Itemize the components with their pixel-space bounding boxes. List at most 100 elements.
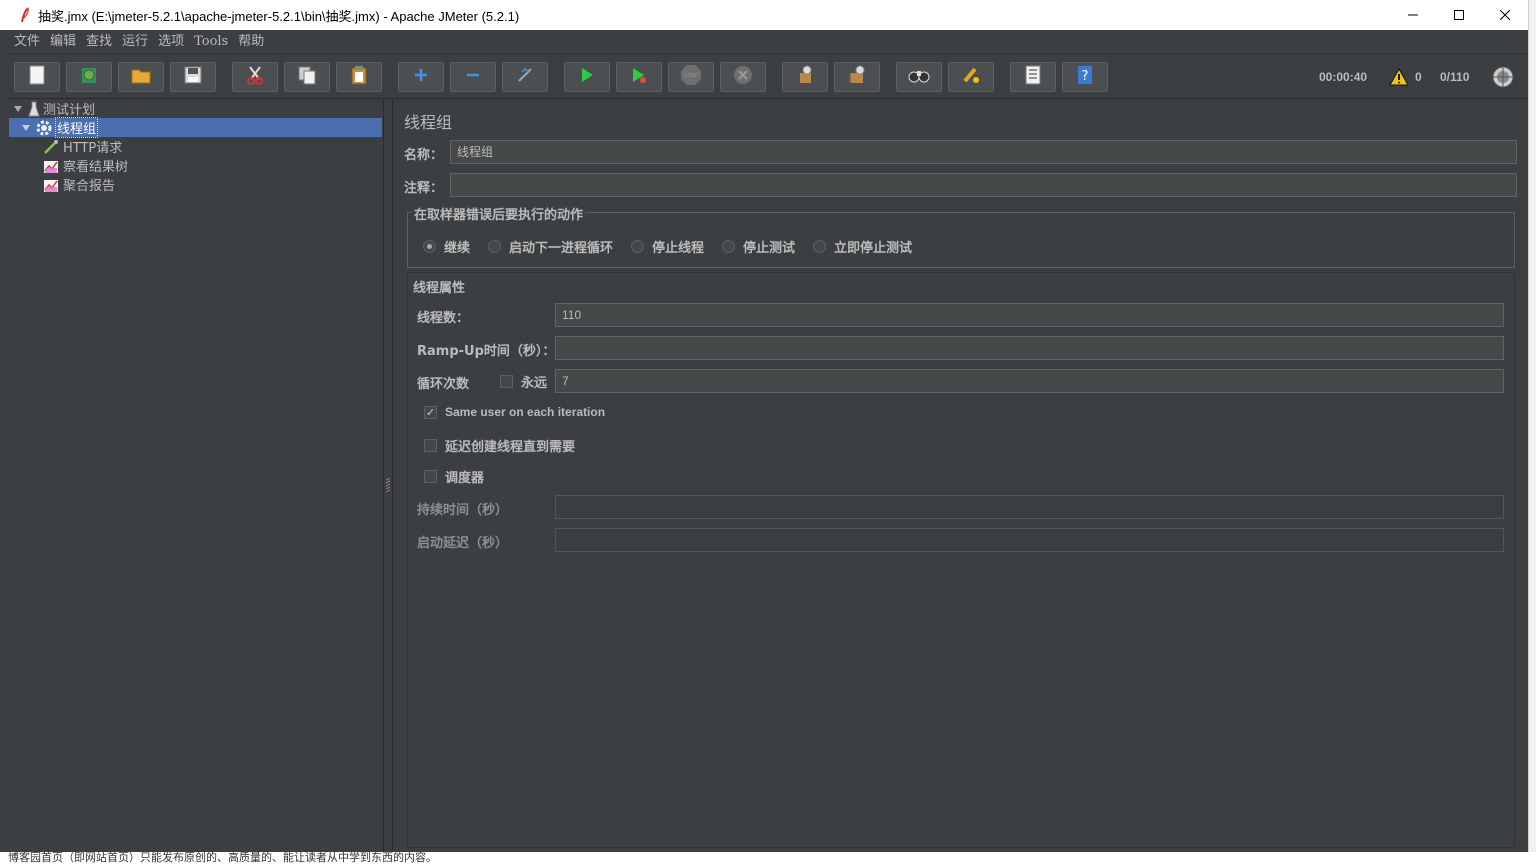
search-button[interactable] [896, 62, 942, 92]
cut-icon [246, 65, 264, 89]
radio-stop-test[interactable]: 停止测试 [722, 237, 795, 256]
radio-label: 启动下一进程循环 [509, 241, 614, 256]
radio-stop-test-now[interactable]: 立即停止测试 [813, 237, 912, 256]
collapse-all-button[interactable] [450, 62, 496, 92]
menu-options[interactable]: 选项 [153, 30, 189, 54]
pipette-icon [43, 139, 63, 155]
save-button[interactable] [170, 62, 216, 92]
tree-item-aggregate-report[interactable]: 聚合报告 [43, 175, 115, 194]
cut-button[interactable] [232, 62, 278, 92]
radio-stop-thread[interactable]: 停止线程 [631, 237, 704, 256]
minus-icon [465, 67, 481, 87]
radio-dot [722, 240, 735, 253]
clear-button[interactable] [782, 62, 828, 92]
plus-icon [413, 67, 429, 87]
loop-count-field[interactable]: 7 [555, 369, 1504, 393]
menu-help[interactable]: 帮助 [233, 30, 269, 54]
tree-item-label: 线程组 [55, 117, 99, 138]
threads-field[interactable]: 110 [555, 303, 1504, 327]
toolbar: STOP ? 00:00:40 0 0/110 [9, 55, 1528, 99]
split-pane-grip-icon[interactable] [385, 477, 391, 493]
help-button[interactable]: ? [1062, 62, 1108, 92]
tree-item-view-results-tree[interactable]: 察看结果树 [43, 156, 128, 175]
duration-label: 持续时间（秒） [417, 503, 509, 518]
test-plan-icon [25, 101, 43, 117]
menu-search[interactable]: 查找 [81, 30, 117, 54]
menu-run[interactable]: 运行 [117, 30, 153, 54]
startup-delay-label: 启动延迟（秒） [417, 536, 509, 551]
copy-button[interactable] [284, 62, 330, 92]
tree-item-label: HTTP请求 [63, 141, 123, 156]
menu-file[interactable]: 文件 [9, 30, 45, 54]
tree-item-thread-group[interactable]: 线程组 [9, 117, 382, 138]
background-window-edge [1528, 0, 1536, 864]
warning-count: 0 [1415, 70, 1422, 84]
play-no-pause-icon [630, 66, 648, 88]
checkbox-box [424, 470, 437, 483]
split-pane-divider[interactable] [384, 99, 393, 853]
paste-button[interactable] [336, 62, 382, 92]
expand-all-button[interactable] [398, 62, 444, 92]
tree-item-label: 测试计划 [43, 103, 96, 118]
radio-continue[interactable]: 继续 [423, 237, 470, 256]
loop-count-label: 循环次数 [417, 377, 470, 392]
graph-icon [43, 177, 63, 193]
name-label: 名称： [404, 148, 444, 163]
menu-edit[interactable]: 编辑 [45, 30, 81, 54]
radio-dot [631, 240, 644, 253]
start-button[interactable] [564, 62, 610, 92]
new-button[interactable] [14, 62, 60, 92]
copy-icon [297, 65, 317, 89]
duration-field[interactable] [555, 495, 1504, 519]
minimize-button[interactable] [1390, 0, 1436, 30]
expand-arrow-icon[interactable] [21, 123, 33, 133]
menu-tools[interactable]: Tools [189, 30, 233, 54]
radio-start-next-loop[interactable]: 启动下一进程循环 [488, 237, 613, 256]
maximize-button[interactable] [1436, 0, 1482, 30]
shutdown-icon [733, 65, 753, 89]
checkbox-label: 调度器 [445, 471, 485, 486]
save-icon [184, 66, 202, 88]
delay-thread-creation-checkbox[interactable]: 延迟创建线程直到需要 [424, 436, 575, 455]
toggle-button[interactable] [502, 62, 548, 92]
window-title: 抽奖.jmx (E:\jmeter-5.2.1\apache-jmeter-5.… [38, 8, 520, 24]
graph-icon [43, 158, 63, 174]
warning-status[interactable]: 0 [1389, 55, 1422, 99]
stop-button[interactable]: STOP [668, 62, 714, 92]
broom-all-icon [847, 65, 867, 89]
tree-item-test-plan[interactable]: 测试计划 [13, 99, 95, 118]
elapsed-time: 00:00:40 [1319, 70, 1368, 84]
reset-search-icon [961, 65, 981, 89]
scheduler-checkbox[interactable]: 调度器 [424, 467, 484, 486]
forever-checkbox[interactable]: 永远 [500, 372, 547, 391]
group-title: 在取样器错误后要执行的动作 [412, 204, 586, 223]
rampup-field[interactable] [555, 336, 1504, 360]
checkbox-box [424, 439, 437, 452]
start-no-pauses-button[interactable] [616, 62, 662, 92]
comment-field[interactable] [450, 173, 1517, 197]
tree-item-label: 聚合报告 [63, 179, 116, 194]
checkmark-icon: ✓ [424, 405, 437, 419]
jmeter-window: 抽奖.jmx (E:\jmeter-5.2.1\apache-jmeter-5.… [0, 0, 1528, 864]
title-bar: 抽奖.jmx (E:\jmeter-5.2.1\apache-jmeter-5.… [0, 0, 1528, 30]
function-helper-button[interactable] [1010, 62, 1056, 92]
templates-button[interactable] [66, 62, 112, 92]
expand-arrow-icon[interactable] [13, 104, 25, 114]
open-button[interactable] [118, 62, 164, 92]
toggle-icon [516, 66, 534, 88]
close-button[interactable] [1482, 0, 1528, 30]
thread-properties-panel: 线程属性 线程数： 110 Ramp-Up时间（秒）： 循环次数 永远 7 ✓ … [407, 272, 1515, 848]
reset-search-button[interactable] [948, 62, 994, 92]
radio-label: 停止测试 [743, 241, 796, 256]
tree-item-http-request[interactable]: HTTP请求 [43, 137, 122, 156]
binoculars-icon [908, 67, 930, 87]
radio-dot [813, 240, 826, 253]
broom-icon [795, 65, 815, 89]
clear-all-button[interactable] [834, 62, 880, 92]
radio-label: 停止线程 [652, 241, 705, 256]
name-field[interactable]: 线程组 [450, 140, 1517, 164]
shutdown-button[interactable] [720, 62, 766, 92]
thread-group-editor: 线程组 名称： 线程组 注释： 在取样器错误后要执行的动作 继续 启动下一进程循… [394, 99, 1528, 853]
startup-delay-field[interactable] [555, 528, 1504, 552]
same-user-checkbox[interactable]: ✓ Same user on each iteration [424, 405, 605, 419]
